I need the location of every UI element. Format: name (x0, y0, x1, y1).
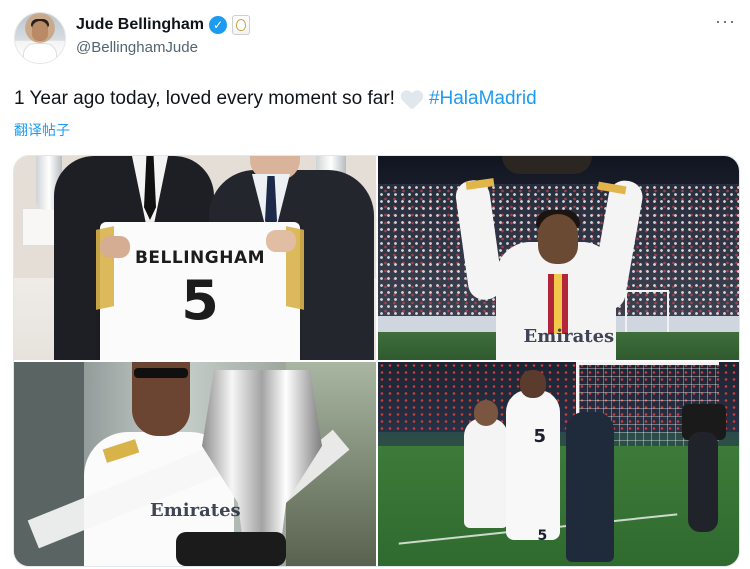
media-grid: BELLINGHAM 5 Emirates Emirates 5 5 (13, 155, 740, 567)
photo-trophy-celebration[interactable]: Emirates (377, 156, 739, 360)
real-madrid-crest-icon[interactable] (232, 15, 251, 35)
hand-left (100, 236, 130, 258)
more-options-icon[interactable]: ··· (715, 12, 736, 30)
photo-league-trophy[interactable]: Emirates (14, 362, 376, 566)
verified-icon: ✓ (209, 16, 228, 34)
avatar-shirt (23, 43, 57, 63)
photographer (565, 412, 614, 562)
photo-pitch-celebration[interactable]: 5 5 (377, 362, 739, 566)
profile-avatar[interactable] (14, 12, 66, 64)
shirt-sponsor-text: Emirates (150, 500, 241, 521)
tweet-body-text: 1 Year ago today, loved every moment so … (14, 88, 395, 109)
sunglasses-icon (134, 368, 188, 378)
hashtag-link[interactable]: #HalaMadrid (429, 86, 537, 112)
tweet-text: 1 Year ago today, loved every moment so … (14, 86, 736, 112)
author-handle[interactable]: @BellinghamJude (76, 39, 198, 56)
medal-ribbon (547, 274, 568, 334)
translate-post-link[interactable]: 翻译帖子 (14, 120, 70, 140)
author-name-row: Jude Bellingham ✓ (76, 14, 251, 36)
player-head (519, 370, 546, 398)
teammate-head (473, 400, 498, 426)
shirt-number-front: 5 (537, 528, 548, 544)
avatar-face (32, 21, 48, 41)
goal-frame (625, 290, 669, 332)
photo-jersey-presentation[interactable]: BELLINGHAM 5 (14, 156, 376, 360)
raised-trophy-icon (501, 156, 592, 174)
shirt-sponsor-text: Emirates (523, 326, 615, 347)
author-display-name[interactable]: Jude Bellingham (76, 16, 204, 34)
trophy-base (176, 532, 286, 566)
hand-right (266, 230, 296, 252)
white-heart-icon (401, 89, 423, 109)
player-body (505, 390, 560, 540)
teammate-body (463, 418, 508, 528)
player-head (537, 214, 578, 264)
jersey-name-text: BELLINGHAM (134, 248, 266, 268)
camera-operator (687, 432, 718, 532)
shirt-number-back: 5 (533, 426, 547, 447)
jersey-number-text: 5 (181, 269, 219, 332)
